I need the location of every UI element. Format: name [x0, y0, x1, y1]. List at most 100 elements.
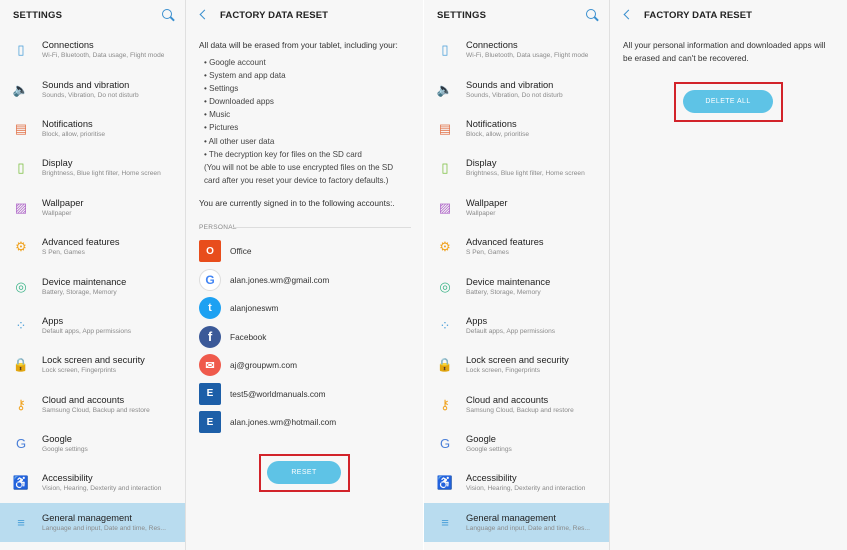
search-icon[interactable]	[161, 8, 175, 22]
maintenance-icon: ◎	[439, 278, 451, 294]
sliders-icon: ≡	[17, 514, 25, 530]
sidebar-item-label: Device maintenance	[466, 276, 551, 287]
erased-data-item: • The decryption key for files on the SD…	[204, 149, 362, 159]
gear-icon: ⚙	[15, 239, 27, 255]
sidebar-header: SETTINGS	[0, 0, 185, 30]
sidebar-item-label: General management	[466, 512, 556, 523]
sidebar-item-label: Accessibility	[42, 473, 93, 484]
sidebar-item-label: Notifications	[42, 118, 93, 129]
sidebar-item-wallpaper[interactable]: ▨ Wallpaper Wallpaper	[0, 188, 185, 227]
sidebar-item-lock-screen-and-security[interactable]: 🔒 Lock screen and security Lock screen, Fi…	[424, 345, 609, 384]
sidebar-item-lock-screen-and-security[interactable]: 🔒 Lock screen and security Lock screen, Fi…	[0, 345, 185, 384]
sidebar-item-subtitle: Lock screen, Fingerprints	[466, 367, 541, 375]
sidebar-item-subtitle: Wi-Fi, Bluetooth, Data usage, Flight mod…	[466, 52, 589, 60]
sidebar-item-label: Connections	[466, 40, 518, 51]
sidebar-item-subtitle: Language and input, Date and time, Res..…	[42, 524, 166, 532]
apps-icon: ⁘	[15, 317, 27, 333]
sidebar-item-device-maintenance[interactable]: ◎ Device maintenance Battery, Storage, Mem…	[0, 266, 185, 305]
notifications-icon: ▤	[438, 120, 452, 136]
sidebar-item-label: Lock screen and security	[466, 355, 569, 366]
sidebar-item-notifications[interactable]: ▤ Notifications Block, allow, prioritise	[424, 109, 609, 148]
wallpaper-icon: ▨	[438, 199, 452, 215]
sidebar-item-subtitle: Sounds, Vibration, Do not disturb	[42, 91, 139, 99]
account-name: Facebook	[230, 331, 267, 342]
office-logo-icon: O	[199, 240, 221, 262]
sidebar-item-subtitle: Lock screen, Fingerprints	[42, 367, 117, 375]
sidebar-item-label: Sounds and vibration	[42, 79, 130, 90]
left-screen: SETTINGS ▯ Connections Wi-Fi, Bluetooth, D…	[0, 0, 423, 550]
sidebar-item-text: Notifications Block, allow, prioritise	[42, 119, 105, 138]
sidebar-item-advanced-features[interactable]: ⚙ Advanced features S Pen, Games	[424, 227, 609, 266]
sidebar-item-sounds-and-vibration[interactable]: 🔈 Sounds and vibration Sounds, Vibration, …	[0, 69, 185, 108]
back-arrow-icon[interactable]	[622, 10, 632, 20]
sidebar-item-text: Display Brightness, Blue light filter, Ho…	[466, 158, 585, 177]
sidebar-item-google[interactable]: G Google Google settings	[0, 424, 185, 463]
section-label-personal: PERSONAL	[199, 223, 237, 231]
sidebar-item-subtitle: Vision, Hearing, Dexterity and interacti…	[466, 485, 586, 493]
erased-data-item: • All other user data	[204, 136, 275, 146]
sidebar-item-device-maintenance[interactable]: ◎ Device maintenance Battery, Storage, Mem…	[424, 266, 609, 305]
sidebar-item-display[interactable]: ▯ Display Brightness, Blue light filter, H…	[424, 148, 609, 187]
sidebar-item-subtitle: Sounds, Vibration, Do not disturb	[466, 91, 563, 99]
erased-data-list: • Google account • System and app data •…	[187, 52, 423, 161]
detail-header: FACTORY DATA RESET	[611, 0, 847, 30]
reset-button[interactable]: RESET	[267, 461, 341, 484]
sidebar-item-subtitle: Wallpaper	[466, 209, 496, 217]
sidebar-item-text: Cloud and accounts Samsung Cloud, Backup …	[42, 395, 150, 414]
mail-logo-icon: ✉	[199, 354, 221, 376]
sidebar-item-text: Apps Default apps, App permissions	[42, 316, 131, 335]
sidebar-item-subtitle: Samsung Cloud, Backup and restore	[42, 406, 150, 414]
account-row: ✉ aj@groupwm.com	[199, 351, 423, 380]
sidebar-item-cloud-and-accounts[interactable]: ⚷ Cloud and accounts Samsung Cloud, Backup…	[424, 385, 609, 424]
sidebar-item-sounds-and-vibration[interactable]: 🔈 Sounds and vibration Sounds, Vibration, …	[424, 69, 609, 108]
sidebar-item-notifications[interactable]: ▤ Notifications Block, allow, prioritise	[0, 109, 185, 148]
delete-all-button[interactable]: DELETE ALL	[683, 90, 773, 113]
sidebar-item-wallpaper[interactable]: ▨ Wallpaper Wallpaper	[424, 188, 609, 227]
sidebar-item-connections[interactable]: ▯ Connections Wi-Fi, Bluetooth, Data usage…	[424, 30, 609, 69]
sidebar-item-cloud-and-accounts[interactable]: ⚷ Cloud and accounts Samsung Cloud, Backup…	[0, 385, 185, 424]
page-title: FACTORY DATA RESET	[220, 9, 329, 21]
sidebar-item-label: Display	[42, 158, 73, 169]
sidebar-item-text: General management Language and input, Da…	[42, 513, 166, 532]
sidebar-item-text: Lock screen and security Lock screen, Fin…	[42, 355, 145, 374]
sidebar-item-text: Display Brightness, Blue light filter, Ho…	[42, 158, 161, 177]
sidebar-item-general-management[interactable]: ≡ General management Language and input, D…	[424, 502, 609, 543]
connections-icon: ▯	[17, 42, 25, 58]
sidebar-item-text: Notifications Block, allow, prioritise	[466, 119, 529, 138]
erased-data-item: • Settings	[204, 84, 239, 94]
account-name: alan.jones.wm@gmail.com	[230, 274, 330, 285]
search-icon[interactable]	[585, 8, 599, 22]
sidebar-item-text: Device maintenance Battery, Storage, Memo…	[466, 277, 550, 296]
sidebar-item-label: Google	[42, 434, 72, 445]
google-logo-icon: G	[199, 268, 221, 291]
sidebar-item-display[interactable]: ▯ Display Brightness, Blue light filter, H…	[0, 148, 185, 187]
apps-icon: ⁘	[439, 317, 451, 333]
reset-intro-text: All data will be erased from your tablet…	[199, 40, 398, 50]
sidebar-item-accessibility[interactable]: ♿ Accessibility Vision, Hearing, Dexterity…	[0, 463, 185, 502]
sliders-icon: ≡	[441, 514, 449, 530]
display-icon: ▯	[17, 160, 25, 176]
settings-menu: ▯ Connections Wi-Fi, Bluetooth, Data usage…	[424, 30, 609, 543]
connections-icon: ▯	[441, 42, 449, 58]
back-arrow-icon[interactable]	[198, 10, 208, 20]
wallpaper-icon: ▨	[14, 199, 28, 215]
sidebar-item-text: Accessibility Vision, Hearing, Dexterity …	[466, 473, 585, 492]
sidebar-item-google[interactable]: G Google Google settings	[424, 424, 609, 463]
sidebar-item-connections[interactable]: ▯ Connections Wi-Fi, Bluetooth, Data usage…	[0, 30, 185, 69]
key-icon: ⚷	[16, 396, 26, 412]
sidebar-item-subtitle: Language and input, Date and time, Res..…	[466, 524, 590, 532]
sidebar-item-text: Google Google settings	[42, 434, 88, 453]
sidebar-item-accessibility[interactable]: ♿ Accessibility Vision, Hearing, Dexterity…	[424, 463, 609, 502]
sidebar-item-apps[interactable]: ⁘ Apps Default apps, App permissions	[424, 306, 609, 345]
sidebar-item-label: Wallpaper	[466, 197, 508, 208]
erased-data-item: • Pictures	[204, 123, 239, 133]
sidebar-item-advanced-features[interactable]: ⚙ Advanced features S Pen, Games	[0, 227, 185, 266]
account-row: t alanjoneswm	[199, 294, 423, 323]
sidebar-item-general-management[interactable]: ≡ General management Language and input, D…	[0, 502, 185, 543]
sidebar-title: SETTINGS	[13, 9, 63, 21]
sidebar-item-text: Connections Wi-Fi, Bluetooth, Data usage,…	[42, 40, 164, 59]
sidebar-item-apps[interactable]: ⁘ Apps Default apps, App permissions	[0, 306, 185, 345]
account-row: E alan.jones.wm@hotmail.com	[199, 408, 423, 437]
sidebar-item-subtitle: Block, allow, prioritise	[42, 130, 106, 138]
display-icon: ▯	[441, 160, 449, 176]
